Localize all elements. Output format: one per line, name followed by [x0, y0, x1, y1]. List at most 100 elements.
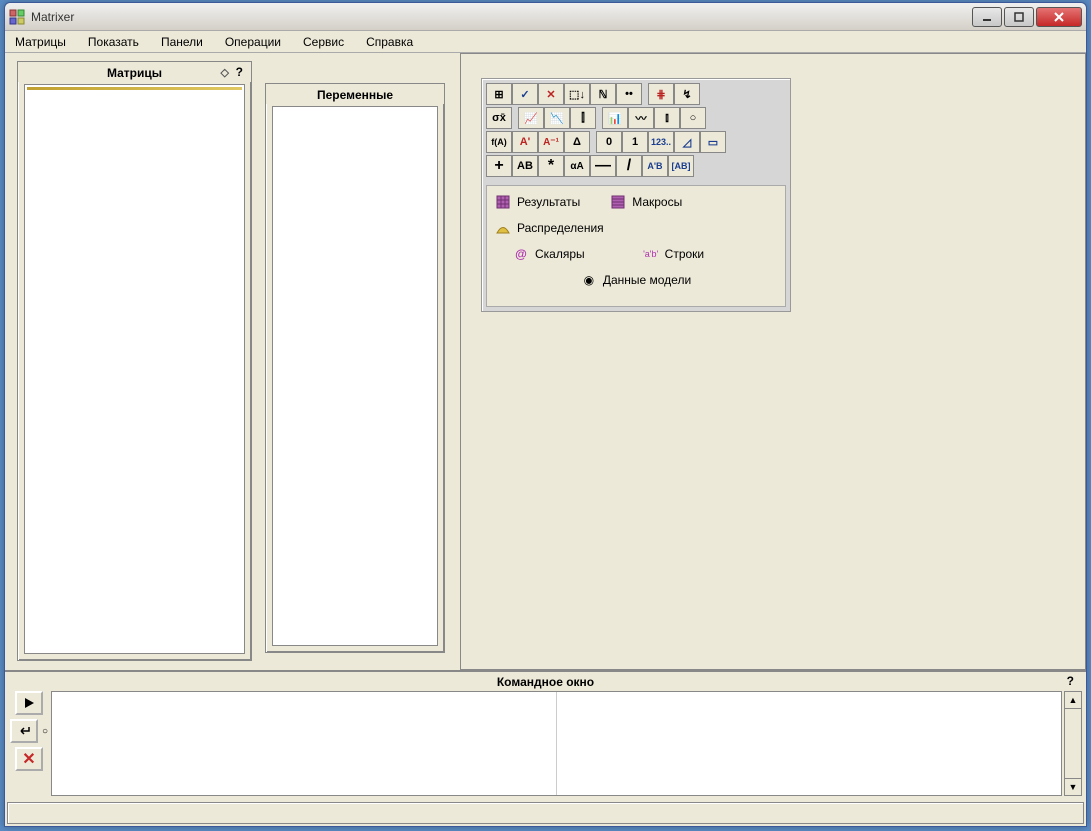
window-controls — [972, 7, 1082, 27]
toolbox-row-1: ⊞ ✓ ✕ ⬚↓ ℕ •• ⋕ ↯ — [486, 83, 786, 105]
macros-icon — [610, 194, 626, 210]
concat-icon[interactable]: [AB] — [668, 155, 694, 177]
category-strings[interactable]: 'a'b' Строки — [643, 246, 704, 262]
n-icon[interactable]: ℕ — [590, 83, 616, 105]
circle-chart-icon[interactable]: ○ — [680, 107, 706, 129]
ab-icon[interactable]: AB — [512, 155, 538, 177]
close-button[interactable] — [1036, 7, 1082, 27]
circle-indicator: ○ — [42, 726, 48, 737]
dots-icon[interactable]: •• — [616, 83, 642, 105]
command-body: ○ ✕ ▲ ▼ — [7, 689, 1084, 798]
matrices-list[interactable] — [24, 84, 245, 654]
menu-service[interactable]: Сервис — [299, 33, 348, 51]
menu-show[interactable]: Показать — [84, 33, 143, 51]
toolbox-row-3: f(A) A' A⁻¹ Δ 0 1 123.. ◿ ▭ — [486, 131, 786, 153]
grid-icon[interactable]: ⊞ — [486, 83, 512, 105]
pin-icon[interactable]: ◇ — [221, 66, 229, 79]
matrices-selection-bar — [27, 87, 242, 90]
slash-icon[interactable]: / — [616, 155, 642, 177]
category-box: Результаты Макросы Распределения — [486, 185, 786, 307]
category-distributions[interactable]: Распределения — [495, 220, 604, 236]
statusbar — [7, 802, 1084, 824]
atb-icon[interactable]: A'B — [642, 155, 668, 177]
command-scrollbar[interactable]: ▲ ▼ — [1064, 691, 1082, 796]
command-window-area: Командное окно ? ○ ✕ ▲ — [5, 670, 1086, 800]
delta-icon[interactable]: Δ — [564, 131, 590, 153]
category-model-data[interactable]: ◉ Данные модели — [581, 272, 691, 288]
variables-panel: Переменные — [265, 83, 445, 653]
client-area: Матрицы ◇ ? Переменные ⊞ — [5, 53, 1086, 826]
bolt-icon[interactable]: ↯ — [674, 83, 700, 105]
menubar: Матрицы Показать Панели Операции Сервис … — [5, 31, 1086, 53]
toolbox-panel: ⊞ ✓ ✕ ⬚↓ ℕ •• ⋕ ↯ σx̄ 📈 📉 — [481, 78, 791, 312]
sequence-icon[interactable]: 123.. — [648, 131, 674, 153]
at-icon: @ — [513, 246, 529, 262]
menu-panels[interactable]: Панели — [157, 33, 207, 51]
scroll-up-button[interactable]: ▲ — [1064, 691, 1082, 709]
results-icon — [495, 194, 511, 210]
scroll-down-button[interactable]: ▼ — [1064, 778, 1082, 796]
star-icon[interactable]: * — [538, 155, 564, 177]
one-icon[interactable]: 1 — [622, 131, 648, 153]
wave-chart-icon[interactable]: 〰 — [628, 107, 654, 129]
stop-button[interactable]: ✕ — [15, 747, 43, 771]
sigma-x-icon[interactable]: σx̄ — [486, 107, 512, 129]
return-button[interactable] — [10, 719, 38, 743]
plus-icon[interactable]: + — [486, 155, 512, 177]
alpha-a-icon[interactable]: αA — [564, 155, 590, 177]
category-macros[interactable]: Макросы — [610, 194, 682, 210]
multi-line-icon[interactable]: ⫿ — [570, 107, 596, 129]
matrices-panel-title: Матрицы ◇ ? — [18, 62, 251, 82]
macros-label: Макросы — [632, 195, 682, 209]
titlebar[interactable]: Matrixer — [5, 3, 1086, 31]
insert-down-icon[interactable]: ⬚↓ — [564, 83, 590, 105]
command-help-icon[interactable]: ? — [1067, 674, 1074, 688]
command-window-title: Командное окно ? — [7, 674, 1084, 689]
menu-matrices[interactable]: Матрицы — [11, 33, 70, 51]
command-buttons: ○ ✕ — [9, 691, 49, 796]
check-icon[interactable]: ✓ — [512, 83, 538, 105]
cross-icon[interactable]: ✕ — [538, 83, 564, 105]
rect-icon[interactable]: ▭ — [700, 131, 726, 153]
strings-icon: 'a'b' — [643, 246, 659, 262]
matrices-panel: Матрицы ◇ ? — [17, 61, 252, 661]
inverse-icon[interactable]: A⁻¹ — [538, 131, 564, 153]
help-icon[interactable]: ? — [236, 65, 243, 79]
bar-chart-icon[interactable]: 📊 — [602, 107, 628, 129]
matrices-title-text: Матрицы — [107, 66, 162, 80]
triangle-icon[interactable]: ◿ — [674, 131, 700, 153]
fa-icon[interactable]: f(A) — [486, 131, 512, 153]
toolbox-row-2: σx̄ 📈 📉 ⫿ 📊 〰 ⫾ ○ — [486, 107, 786, 129]
menu-help[interactable]: Справка — [362, 33, 417, 51]
line-chart-icon[interactable]: 📈 — [518, 107, 544, 129]
category-results[interactable]: Результаты — [495, 194, 580, 210]
main-window: Matrixer Матрицы Показать Панели Операци… — [4, 2, 1087, 827]
category-scalars[interactable]: @ Скаляры — [513, 246, 585, 262]
scalars-label: Скаляры — [535, 247, 585, 261]
distributions-label: Распределения — [517, 221, 604, 235]
minimize-button[interactable] — [972, 7, 1002, 27]
variables-panel-title: Переменные — [266, 84, 444, 104]
vertical-splitter[interactable] — [450, 53, 456, 670]
run-button[interactable] — [15, 691, 43, 715]
command-output[interactable] — [557, 692, 1062, 795]
variables-list[interactable] — [272, 106, 438, 646]
app-title: Matrixer — [31, 10, 972, 24]
toolbox-row-4: + AB * αA — / A'B [AB] — [486, 155, 786, 177]
scatter-chart-icon[interactable]: 📉 — [544, 107, 570, 129]
results-label: Результаты — [517, 195, 580, 209]
hash-icon[interactable]: ⋕ — [648, 83, 674, 105]
distributions-icon — [495, 220, 511, 236]
command-title-text: Командное окно — [497, 675, 594, 689]
zero-icon[interactable]: 0 — [596, 131, 622, 153]
maximize-button[interactable] — [1004, 7, 1034, 27]
model-data-icon: ◉ — [581, 272, 597, 288]
right-workspace: ⊞ ✓ ✕ ⬚↓ ℕ •• ⋕ ↯ σx̄ 📈 📉 — [460, 53, 1086, 670]
strings-label: Строки — [665, 247, 704, 261]
transpose-icon[interactable]: A' — [512, 131, 538, 153]
menu-operations[interactable]: Операции — [221, 33, 285, 51]
command-input[interactable] — [52, 692, 557, 795]
histogram-icon[interactable]: ⫾ — [654, 107, 680, 129]
upper-area: Матрицы ◇ ? Переменные ⊞ — [5, 53, 1086, 670]
minus-icon[interactable]: — — [590, 155, 616, 177]
